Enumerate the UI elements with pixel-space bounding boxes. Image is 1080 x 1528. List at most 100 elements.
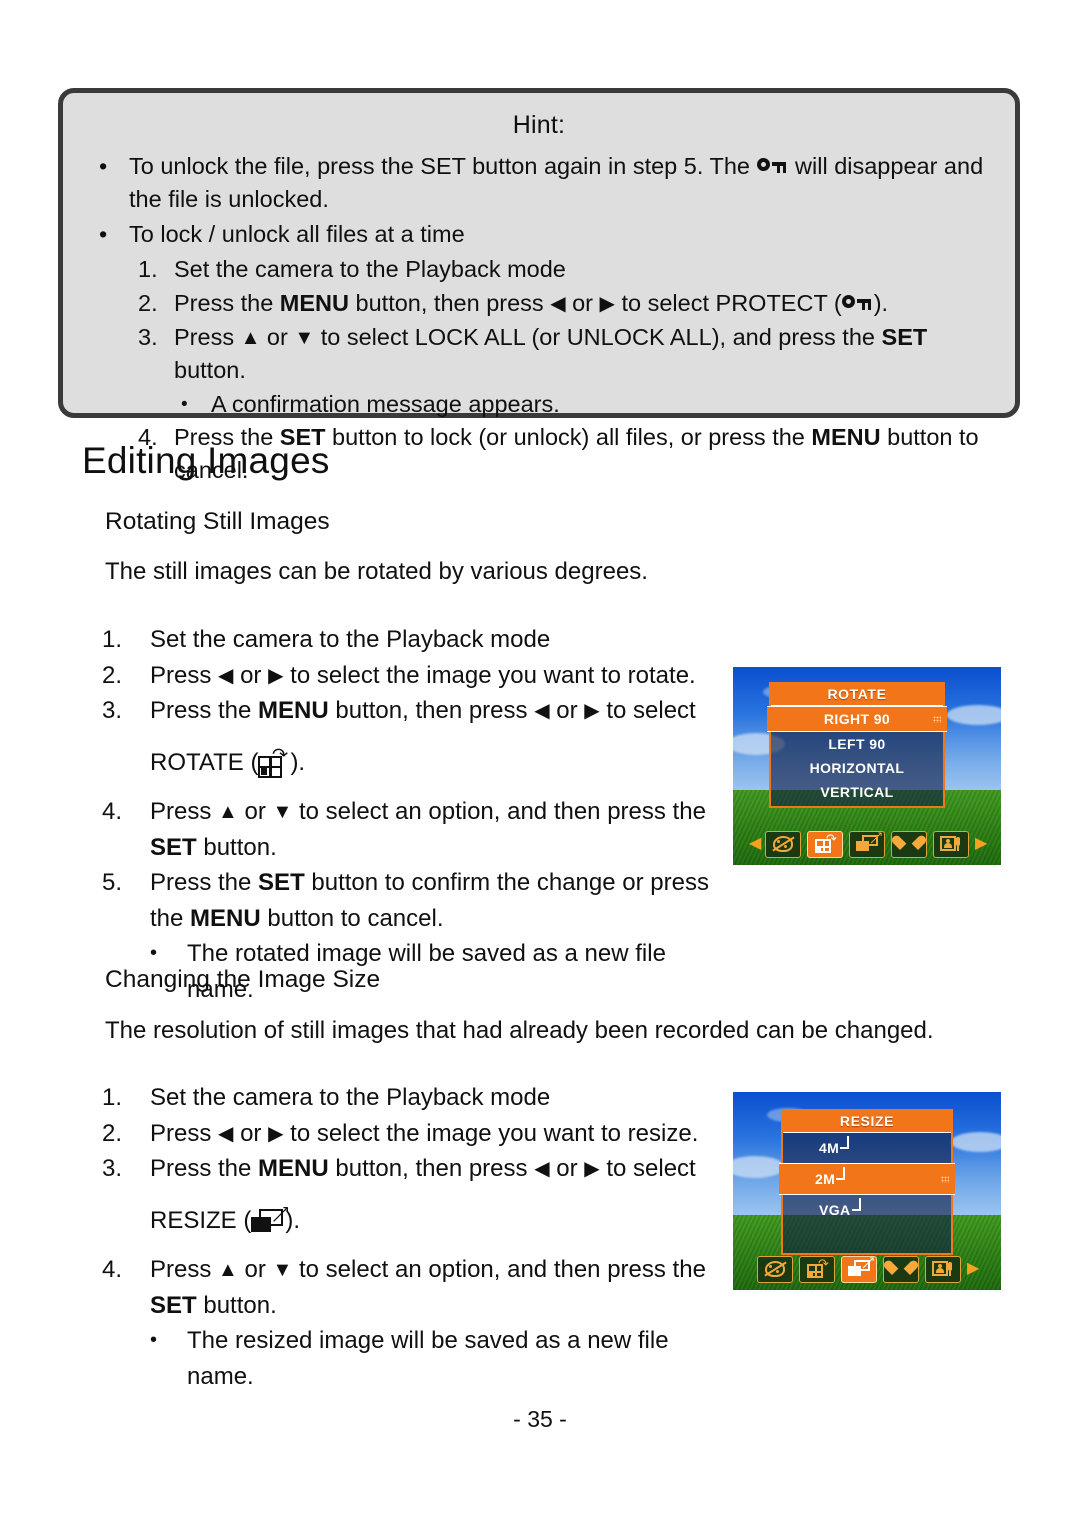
hint-step-2-t4: or [565, 290, 600, 316]
rotating-step-4-d: button. [196, 833, 277, 861]
rotate-option-left90[interactable]: LEFT 90 [771, 732, 943, 756]
arrow-down-icon: ▼ [272, 1259, 293, 1281]
resizing-intro: The resolution of still images that had … [105, 1017, 934, 1044]
resizing-step-1: 1. Set the camera to the Playback mode [102, 1080, 712, 1116]
resizing-step-2: 2. Press ◀ or ▶ to select the image you w… [102, 1116, 712, 1152]
key-lock-icon [841, 295, 874, 315]
rotating-step-3-a: Press the [150, 697, 259, 724]
rotate-menu-title: ROTATE [771, 684, 943, 706]
resizing-step-4-a: Press [150, 1256, 219, 1283]
resizing-step-3-b: button, then press [328, 1155, 535, 1182]
toolbar-voice-memo-icon[interactable] [925, 1255, 961, 1283]
step-number: 4. [102, 798, 123, 825]
toolbar-effect-icon[interactable] [757, 1255, 793, 1283]
rotating-step-3-b: button, then press [328, 697, 535, 724]
hint-step-3-subbullet-text: A confirmation message appears. [211, 391, 560, 417]
grip-icon [933, 716, 941, 723]
rotate-toolbar: ◀ ↷ ⟶ ▶ [733, 827, 1001, 861]
hint-step-3-t8: ), and press the [711, 324, 882, 350]
toolbar-effect-icon[interactable] [765, 830, 801, 858]
arrow-left-icon: ◀ [534, 700, 550, 722]
resizing-step-2-b: or [233, 1119, 269, 1147]
toolbar-heart-icon[interactable] [883, 1255, 919, 1283]
menu-button-label: MENU [811, 424, 881, 450]
rotate-option-right90[interactable]: RIGHT 90 [767, 706, 947, 732]
hint-bullet-unlock: • To unlock the file, press the SET butt… [81, 150, 997, 216]
arrow-up-icon: ▲ [240, 327, 261, 349]
lock-all-label: LOCK ALL [414, 324, 525, 350]
rotating-step-3: 3. Press the MENU button, then press ◀ or… [102, 693, 712, 729]
hint-step-2-t6: to select [614, 290, 716, 316]
resize-label-text: RESIZE ( [150, 1206, 252, 1234]
resizing-step-1-text: Set the camera to the Playback mode [150, 1084, 551, 1111]
resizing-note: • The resized image will be saved as a n… [102, 1323, 712, 1394]
menu-button-label: MENU [258, 697, 329, 724]
set-button-label: SET [150, 1291, 197, 1319]
set-button-label: SET [258, 869, 305, 896]
toolbar-resize-icon[interactable]: ⟶ [841, 1253, 878, 1283]
rotating-step-3-d: to select [599, 697, 696, 724]
toolbar-left-arrow-icon[interactable]: ◀ [749, 836, 761, 852]
resize-option-4m[interactable]: 4M [783, 1133, 951, 1163]
hint-step-2-end: ). [873, 290, 889, 316]
resizing-step-2-c: to select the image you want to resize. [283, 1119, 699, 1147]
rotate-option-label: ROTATE (↷). [102, 745, 712, 781]
rotating-step-5: 5. Press the SET button to confirm the ch… [102, 865, 712, 936]
toolbar-rotate-icon[interactable]: ↷ [807, 830, 843, 858]
hint-step-2-number: 2. [138, 290, 158, 316]
toolbar-voice-memo-icon[interactable] [933, 830, 969, 858]
resizing-step-2-a: Press [150, 1119, 219, 1147]
resizing-step-3-c: or [549, 1155, 585, 1182]
toolbar-resize-icon[interactable]: ⟶ [849, 828, 886, 858]
toolbar-heart-icon[interactable] [891, 830, 927, 858]
hint-step-1: 1. Set the camera to the Playback mode [81, 253, 997, 286]
rotate-option-horizontal[interactable]: HORIZONTAL [771, 756, 943, 780]
hint-title: Hint: [512, 111, 566, 139]
resize-menu-title: RESIZE [783, 1111, 951, 1133]
step-number: 3. [102, 697, 123, 724]
menu-button-label: MENU [258, 1155, 329, 1182]
camera-rotate-screen: ROTATE RIGHT 90 LEFT 90 HORIZONTAL VERTI… [733, 667, 1001, 865]
resize-menu-options: 4M 2M VGA [779, 1133, 955, 1253]
unlock-all-label: UNLOCK ALL [566, 324, 712, 350]
resize-toolbar: ↷ ⟶ ▶ [733, 1252, 1001, 1286]
rotating-intro: The still images can be rotated by vario… [105, 558, 648, 585]
resizing-step-4-c: to select an option, and then press the [292, 1256, 706, 1283]
hint-step-2-t2: button, then press [349, 290, 551, 316]
hint-step-3-t2: or [260, 324, 295, 350]
step-number: 2. [102, 661, 123, 689]
rotating-step-2-c: to select the image you want to rotate. [283, 661, 696, 689]
rotating-steps: 1. Set the camera to the Playback mode 2.… [102, 622, 712, 1007]
toolbar-rotate-icon[interactable]: ↷ [799, 1255, 835, 1283]
set-button-label: SET [150, 833, 197, 861]
resizing-step-4: 4. Press ▲ or ▼ to select an option, and … [102, 1252, 712, 1323]
cloud [947, 705, 1001, 725]
hint-step-2-t8: ( [827, 290, 842, 316]
arrow-right-icon: ▶ [599, 293, 615, 315]
menu-button-label: MENU [190, 904, 261, 932]
hint-step-1-number: 1. [138, 256, 158, 282]
page-number: - 35 - [513, 1406, 567, 1432]
resizing-step-4-d: button. [196, 1291, 277, 1319]
hint-step-3: 3. Press ▲ or ▼ to select LOCK ALL (or UN… [81, 321, 997, 387]
toolbar-right-arrow-icon[interactable]: ▶ [967, 1261, 979, 1277]
resize-option-4m-label: 4M [819, 1140, 840, 1156]
hint-step-4-t2: button to lock (or unlock) all files, or… [325, 424, 812, 450]
arrow-right-icon: ▶ [584, 700, 600, 722]
resize-option-2m[interactable]: 2M [779, 1163, 955, 1195]
hint-step-2-t0: Press the [174, 290, 280, 316]
hint-step-3-t0: Press [174, 324, 241, 350]
resize-option-vga[interactable]: VGA [783, 1195, 951, 1251]
rotating-step-3-c: or [549, 697, 585, 724]
rotating-step-5-c: button to cancel. [260, 904, 444, 932]
rotate-option-vertical[interactable]: VERTICAL [771, 780, 943, 804]
arrow-left-icon: ◀ [534, 1158, 550, 1180]
arrow-left-icon: ◀ [218, 664, 234, 687]
rotating-step-2: 2. Press ◀ or ▶ to select the image you w… [102, 658, 712, 694]
toolbar-right-arrow-icon[interactable]: ▶ [975, 836, 987, 852]
arrow-up-icon: ▲ [218, 1259, 238, 1281]
grip-icon [941, 1176, 949, 1183]
rotating-step-2-b: or [233, 661, 269, 689]
resizing-step-3-d: to select [599, 1155, 696, 1182]
bullet-dot: • [99, 221, 108, 247]
